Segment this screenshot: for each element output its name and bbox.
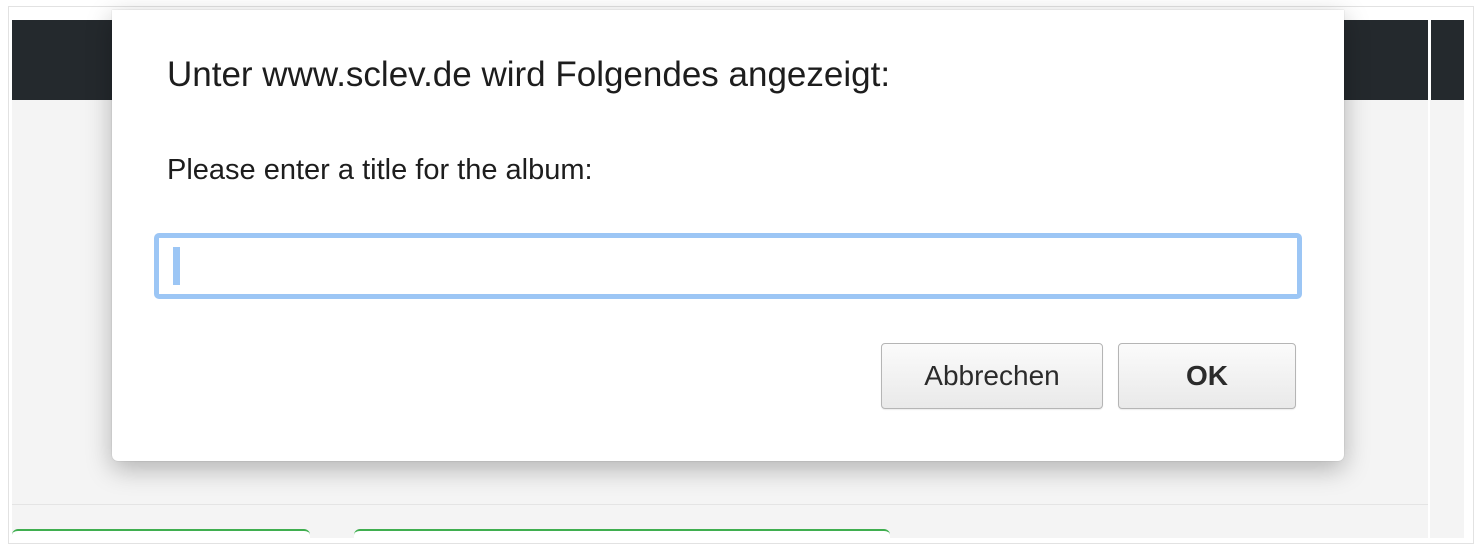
ok-button[interactable]: OK [1118, 343, 1296, 409]
cancel-button[interactable]: Abbrechen [881, 343, 1103, 409]
prompt-dialog: Unter www.sclev.de wird Folgendes angeze… [112, 10, 1344, 461]
content-divider [1428, 100, 1430, 538]
page-tab-1[interactable] [12, 529, 310, 543]
album-title-input[interactable] [154, 233, 1302, 299]
content-separator [12, 504, 1428, 505]
page-tab-2[interactable] [354, 529, 890, 543]
text-cursor [173, 247, 180, 285]
header-divider [1428, 20, 1431, 100]
dialog-message: Please enter a title for the album: [167, 154, 593, 186]
dialog-title: Unter www.sclev.de wird Folgendes angeze… [167, 55, 891, 94]
